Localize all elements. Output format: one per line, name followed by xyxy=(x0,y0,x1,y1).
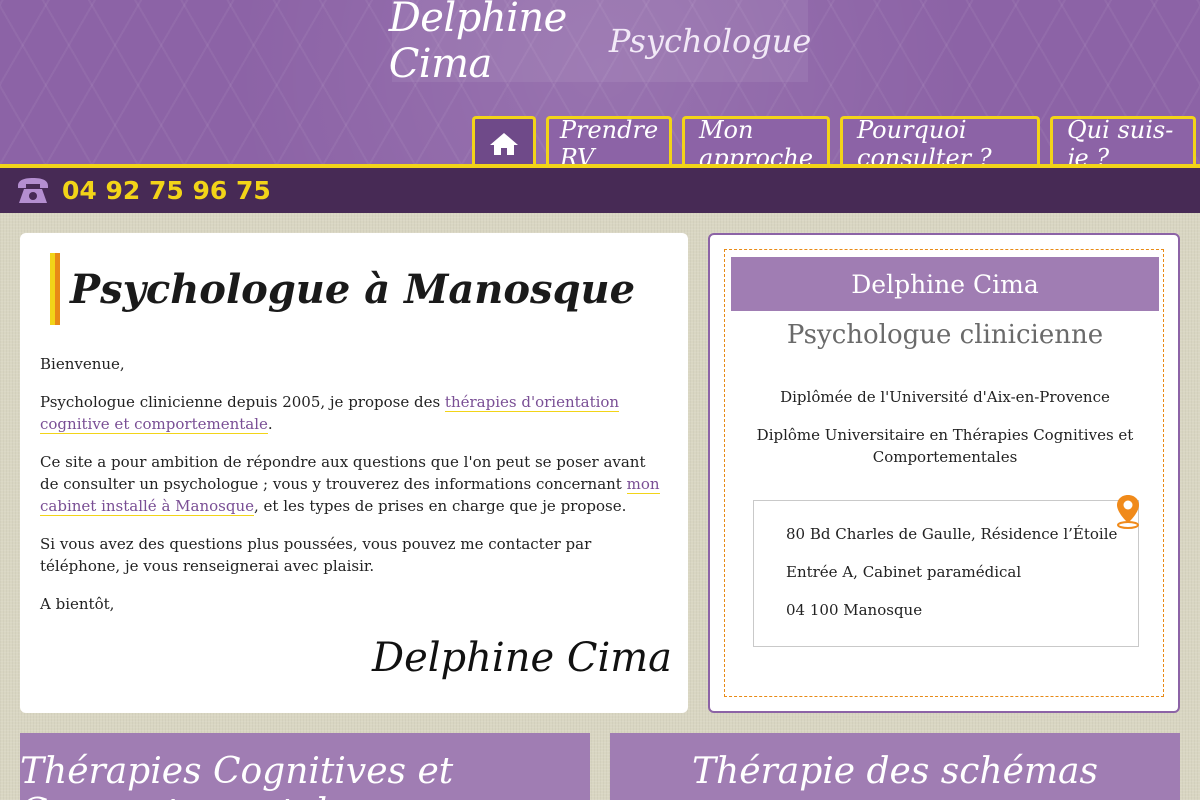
nav-home[interactable] xyxy=(472,116,536,168)
intro-paragraph-2: Ce site a pour ambition de répondre aux … xyxy=(40,453,660,516)
welcome-card: Psychologue à Manosque Bienvenue, Psycho… xyxy=(20,233,688,713)
address-line-1: 80 Bd Charles de Gaulle, Résidence l’Éto… xyxy=(786,525,1118,543)
phone-number[interactable]: 04 92 75 96 75 xyxy=(62,176,271,205)
address-box[interactable]: 80 Bd Charles de Gaulle, Résidence l’Éto… xyxy=(753,495,1139,647)
nav-prendre-rv[interactable]: Prendre RV xyxy=(546,116,672,172)
diploma-2: Diplôme Universitaire en Thérapies Cogni… xyxy=(756,426,1134,466)
schema-therapy-card[interactable]: Thérapie des schémas xyxy=(610,733,1180,800)
contact-card: Delphine Cima Psychologue clinicienne Di… xyxy=(708,233,1180,713)
nav-pourquoi-consulter[interactable]: Pourquoi consulter ? xyxy=(840,116,1040,172)
main-nav: Prendre RV Mon approche Pourquoi consult… xyxy=(472,116,1196,172)
page-title-wrap: Psychologue à Manosque xyxy=(40,253,668,325)
home-icon xyxy=(490,132,518,155)
tcc-card-title: Thérapies Cognitives et Comportementales xyxy=(20,751,454,800)
brand-name: Delphine Cima xyxy=(388,0,568,87)
phone-bar: 04 92 75 96 75 xyxy=(0,168,1200,213)
closing: A bientôt, xyxy=(40,595,115,613)
location-pin-icon[interactable] xyxy=(1114,493,1142,529)
nav-mon-approche[interactable]: Mon approche xyxy=(682,116,830,172)
address-line-3: 04 100 Manosque xyxy=(786,601,923,619)
phone-icon xyxy=(18,177,48,203)
intro-text: Bienvenue, Psychologue clinicienne depui… xyxy=(40,353,668,615)
site-header: Delphine Cima Psychologue Prendre RV Mon… xyxy=(0,0,1200,172)
nav-qui-suis-je[interactable]: Qui suis-je ? xyxy=(1050,116,1196,172)
contact-name: Delphine Cima xyxy=(731,257,1159,311)
intro-paragraph-3: Si vous avez des questions plus poussées… xyxy=(40,535,592,575)
diploma-1: Diplômée de l'Université d'Aix-en-Proven… xyxy=(780,388,1110,406)
brand-role: Psychologue xyxy=(608,22,812,60)
signature: Delphine Cima xyxy=(372,635,673,681)
intro-paragraph-1: Psychologue clinicienne depuis 2005, je … xyxy=(40,393,620,434)
brand[interactable]: Delphine Cima Psychologue xyxy=(389,0,811,87)
contact-card-inner: Delphine Cima Psychologue clinicienne Di… xyxy=(724,249,1164,697)
title-accent-bar xyxy=(50,253,60,325)
contact-role: Psychologue clinicienne xyxy=(786,320,1104,350)
page-title: Psychologue à Manosque xyxy=(70,265,636,313)
greeting: Bienvenue, xyxy=(40,355,125,373)
schema-therapy-card-title: Thérapie des schémas xyxy=(692,751,1098,792)
address-line-2: Entrée A, Cabinet paramédical xyxy=(786,563,1022,581)
tcc-card[interactable]: Thérapies Cognitives et Comportementales xyxy=(20,733,590,800)
